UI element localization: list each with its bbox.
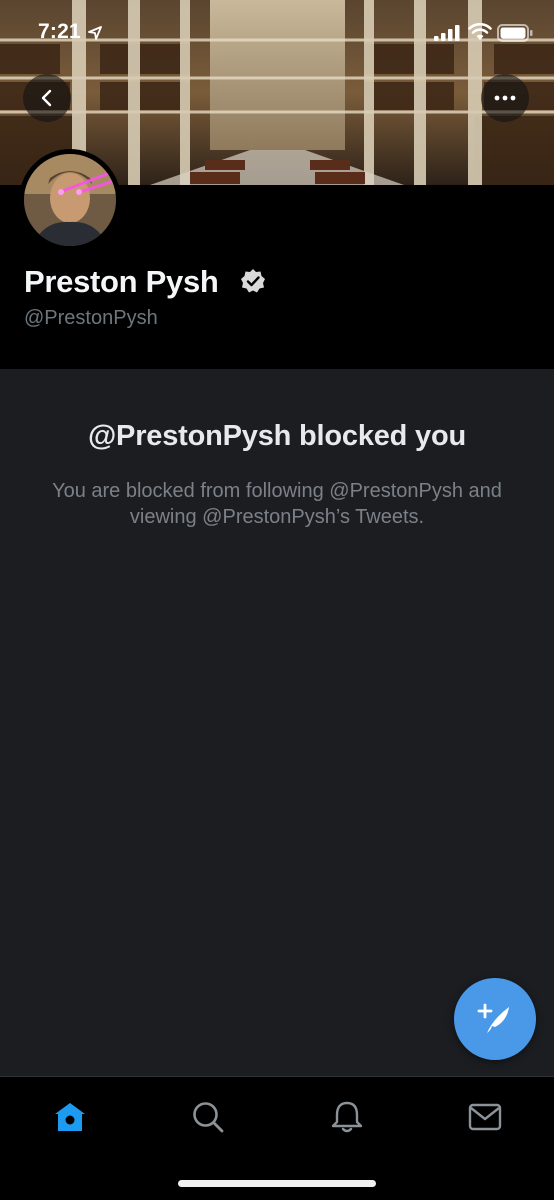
cellular-signal-icon [434, 25, 460, 41]
nav-messages[interactable] [463, 1095, 507, 1139]
home-indicator[interactable] [178, 1180, 376, 1187]
profile-screen: 7:21 Preston Pysh @PrestonPysh @PrestonP… [0, 0, 554, 1200]
location-arrow-icon [88, 26, 102, 40]
nav-search[interactable] [186, 1095, 230, 1139]
wifi-icon [468, 23, 492, 40]
verified-badge-icon [241, 269, 265, 293]
bell-icon [331, 1101, 363, 1133]
mail-icon [468, 1103, 502, 1131]
avatar-image [24, 154, 116, 246]
status-time: 7:21 [38, 20, 81, 43]
compose-tweet-icon [477, 1003, 509, 1033]
battery-icon [497, 24, 533, 42]
blocked-title: @PrestonPysh blocked you [87, 420, 467, 452]
chevron-left-icon [41, 89, 52, 107]
avatar[interactable] [19, 149, 121, 251]
blocked-message: You are blocked from following @PrestonP… [52, 480, 502, 528]
more-options-button[interactable] [481, 74, 529, 122]
search-icon [193, 1102, 224, 1133]
profile-handle: @PrestonPysh [24, 307, 158, 329]
display-name: Preston Pysh [24, 264, 219, 299]
nav-notifications[interactable] [325, 1095, 369, 1139]
back-button[interactable] [23, 74, 71, 122]
nav-home[interactable] [48, 1095, 92, 1139]
home-icon [55, 1103, 85, 1131]
more-horizontal-icon [494, 95, 516, 101]
status-bar: 7:21 [0, 0, 554, 64]
compose-tweet-button[interactable] [454, 978, 536, 1060]
